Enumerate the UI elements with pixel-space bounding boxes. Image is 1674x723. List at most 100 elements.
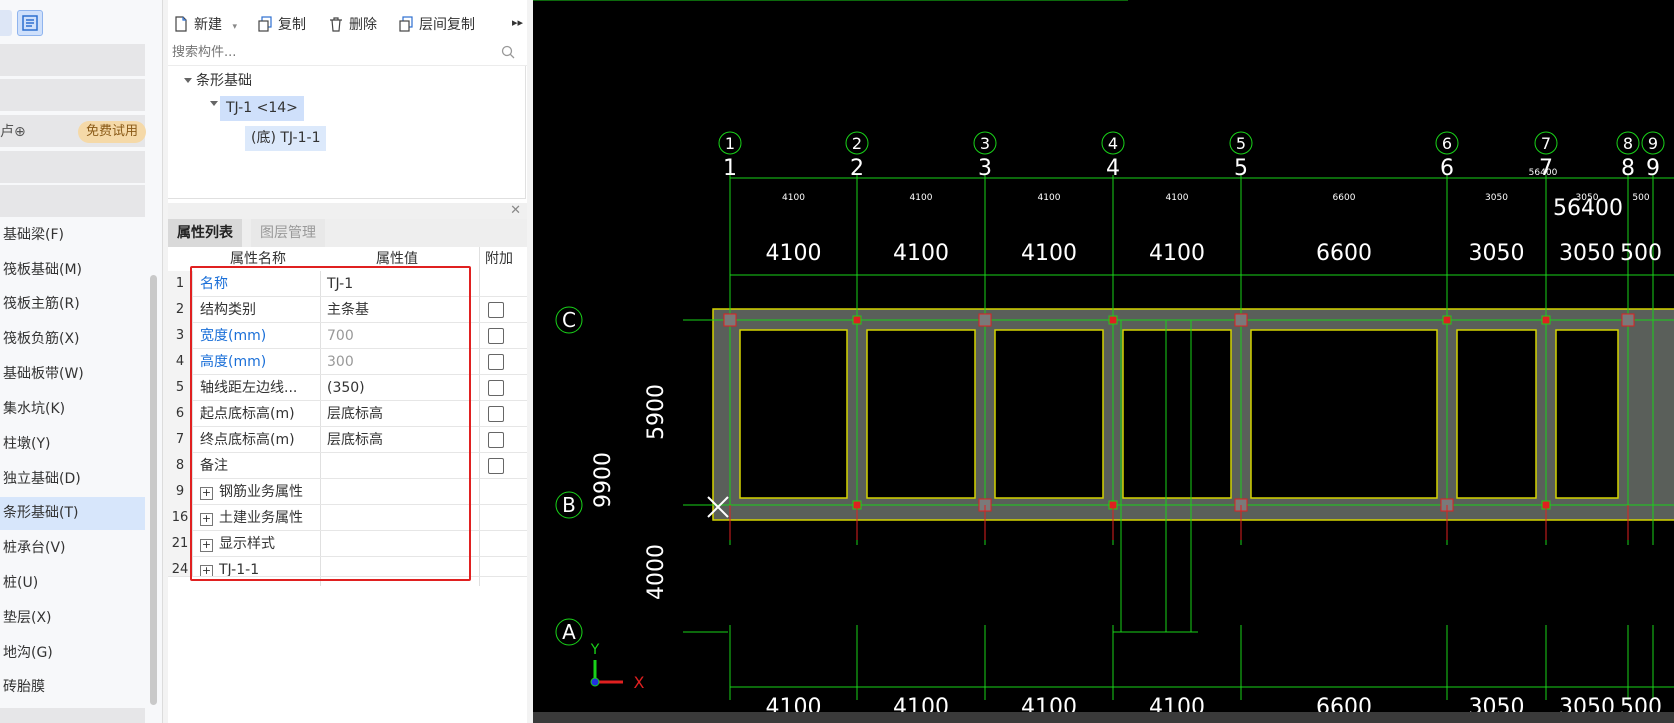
- nav-item-cushion[interactable]: 垫层(X): [0, 602, 145, 635]
- nav-group-bar[interactable]: [0, 44, 145, 76]
- foundation-opening: [739, 329, 848, 499]
- nav-item-brick-mold[interactable]: 砖胎膜: [0, 671, 145, 704]
- top-dimension-label: 4100: [893, 241, 949, 266]
- axis-number: 4: [1108, 134, 1118, 153]
- top-dimension-small: 4100: [1038, 193, 1061, 203]
- nav-item-raft-main-rebar[interactable]: 筏板主筋(R): [0, 288, 145, 321]
- nav-item-column-pier[interactable]: 柱墩(Y): [0, 428, 145, 461]
- floor-copy-button[interactable]: 层间复制: [398, 14, 475, 34]
- lock-icon: 卢⊕: [0, 124, 26, 140]
- axis-number-large: 9: [1646, 156, 1660, 181]
- row-axis-label: B: [562, 493, 576, 517]
- extra-checkbox[interactable]: [488, 328, 504, 344]
- nav-item-raft-negative-rebar[interactable]: 筏板负筋(X): [0, 323, 145, 356]
- column-marker: [1234, 313, 1248, 327]
- collapse-caret-icon[interactable]: [184, 78, 192, 83]
- search-icon[interactable]: [501, 45, 515, 59]
- axis-number-large: 6: [1440, 156, 1454, 181]
- floor-copy-icon: [399, 16, 413, 32]
- nav-locked-row[interactable]: 卢⊕ 免费试用: [0, 115, 146, 147]
- property-tabs: 属性列表 图层管理: [168, 219, 527, 247]
- nav-group-bar[interactable]: [0, 708, 145, 723]
- total-dimension-small: 56400: [1529, 168, 1558, 178]
- column-marker: [1442, 315, 1452, 325]
- nav-group-bar[interactable]: [0, 185, 145, 217]
- top-dimension-label: 500: [1620, 241, 1662, 266]
- nav-item-strip-foundation[interactable]: 条形基础(T): [0, 497, 145, 530]
- more-tools-icon[interactable]: ▸▸: [512, 16, 523, 29]
- copy-button[interactable]: 复制: [257, 14, 306, 34]
- axis-number-large: 4: [1106, 156, 1120, 181]
- tree-node-tj1[interactable]: TJ-1 <14>: [220, 96, 304, 121]
- free-trial-badge[interactable]: 免费试用: [78, 121, 146, 143]
- new-button[interactable]: 新建 ▾: [173, 14, 237, 34]
- axis-number: 1: [725, 134, 735, 153]
- tree-node-tj1-caret[interactable]: [210, 96, 218, 112]
- axis-number-large: 5: [1234, 156, 1248, 181]
- top-dimension-label: 3050: [1469, 241, 1525, 266]
- axis-number-large: 1: [723, 156, 737, 181]
- nav-item-foundation-beam[interactable]: 基础梁(F): [0, 219, 145, 252]
- column-marker: [723, 313, 737, 327]
- left-scrollbar[interactable]: [150, 275, 157, 705]
- highlight-box: [190, 266, 471, 581]
- new-dropdown-icon[interactable]: ▾: [232, 22, 237, 32]
- component-search: [168, 40, 527, 66]
- panel-separator: ✕: [168, 203, 527, 219]
- top-dimension-small: 3050: [1485, 193, 1508, 203]
- foundation-opening: [1250, 329, 1438, 499]
- cad-status-bar: [533, 712, 1674, 723]
- new-file-icon: [175, 16, 187, 32]
- foundation-opening: [1456, 329, 1537, 499]
- extra-checkbox[interactable]: [488, 380, 504, 396]
- total-dimension-label: 56400: [1553, 196, 1623, 221]
- foundation-opening: [866, 329, 976, 499]
- nav-item-trench[interactable]: 地沟(G): [0, 637, 145, 670]
- nav-item-isolated-footing[interactable]: 独立基础(D): [0, 463, 145, 496]
- nav-group-bar[interactable]: [0, 151, 145, 183]
- axis-number-large: 2: [850, 156, 864, 181]
- axis-number: 3: [980, 134, 990, 153]
- column-marker: [1621, 313, 1635, 327]
- axis-number: 5: [1236, 134, 1246, 153]
- cad-svg[interactable]: 112233445566778899CBA4100410041004100410…: [533, 0, 1674, 723]
- nav-item-pile[interactable]: 桩(U): [0, 567, 145, 600]
- top-dimension-small: 4100: [910, 193, 933, 203]
- tab-properties[interactable]: 属性列表: [168, 219, 242, 247]
- foundation-opening: [994, 329, 1104, 499]
- tab-layers[interactable]: 图层管理: [251, 219, 325, 247]
- list-view-icon[interactable]: [0, 10, 12, 36]
- delete-button[interactable]: 删除: [328, 14, 377, 34]
- extra-checkbox[interactable]: [488, 458, 504, 474]
- collapse-caret-icon[interactable]: [210, 101, 218, 106]
- row-axis-label: C: [562, 308, 576, 332]
- left-nav-panel: 卢⊕ 免费试用 基础梁(F) 筏板基础(M) 筏板主筋(R) 筏板负筋(X) 基…: [0, 0, 163, 723]
- cad-drawing-canvas[interactable]: 1 1 2 2 3 3 4 4 5 5 6 6 7 7 8 8 9 9 C B A 4100 4100 4100 4100 410…: [533, 0, 1674, 723]
- extra-checkbox[interactable]: [488, 302, 504, 318]
- tree-node-tj1-1[interactable]: (底) TJ-1-1: [245, 126, 327, 151]
- nav-item-sump-pit[interactable]: 集水坑(K): [0, 393, 145, 426]
- nav-item-foundation-strip[interactable]: 基础板带(W): [0, 358, 145, 391]
- axis-number-large: 3: [978, 156, 992, 181]
- extra-checkbox[interactable]: [488, 432, 504, 448]
- search-input[interactable]: [168, 40, 488, 64]
- column-marker: [1541, 315, 1551, 325]
- detail-view-icon[interactable]: [17, 10, 43, 36]
- close-icon[interactable]: ✕: [510, 203, 521, 218]
- top-dimension-small: 4100: [1166, 193, 1189, 203]
- axis-number: 8: [1623, 134, 1633, 153]
- tree-node-strip-foundation[interactable]: 条形基础: [184, 70, 252, 90]
- nav-group-bar[interactable]: [0, 79, 145, 111]
- axis-number-large: 8: [1621, 156, 1635, 181]
- extra-checkbox[interactable]: [488, 406, 504, 422]
- nav-item-raft-foundation[interactable]: 筏板基础(M): [0, 254, 145, 287]
- y-axis-label: Y: [590, 642, 600, 658]
- top-dimension-small: 500: [1632, 193, 1649, 203]
- axis-number: 9: [1648, 134, 1658, 153]
- x-axis-label: X: [634, 673, 645, 692]
- top-dimension-label: 4100: [766, 241, 822, 266]
- nav-item-pile-cap[interactable]: 桩承台(V): [0, 532, 145, 565]
- axis-number: 6: [1442, 134, 1452, 153]
- extra-checkbox[interactable]: [488, 354, 504, 370]
- top-dimension-label: 4100: [1021, 241, 1077, 266]
